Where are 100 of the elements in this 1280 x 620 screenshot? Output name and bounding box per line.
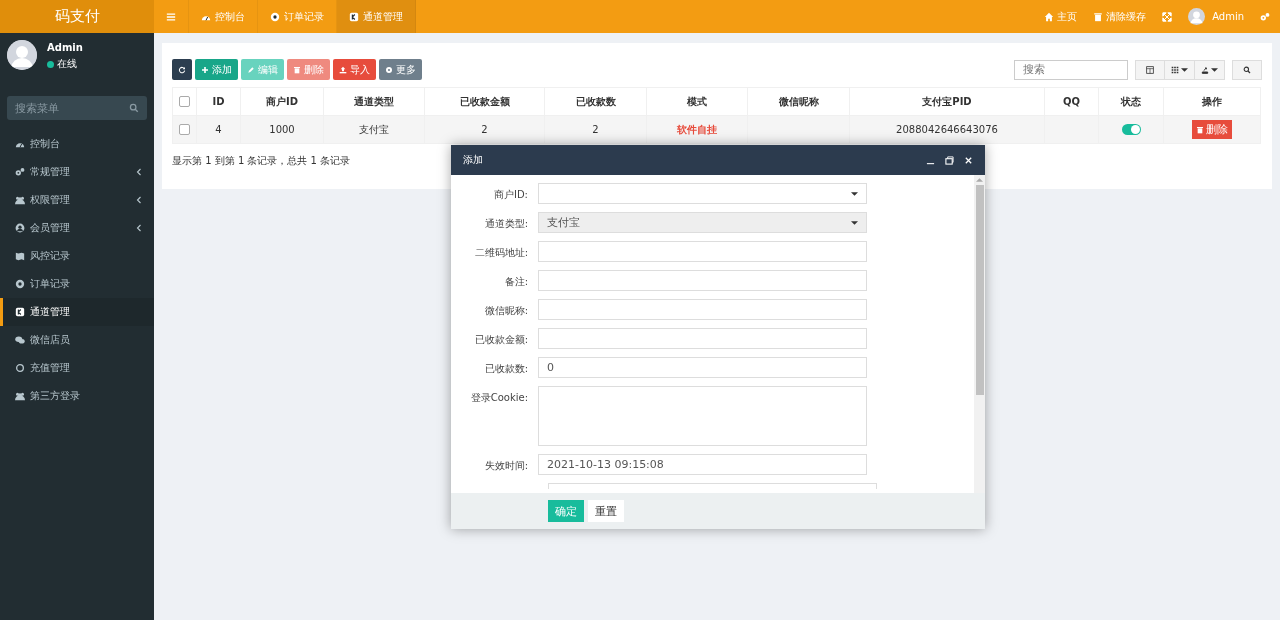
columns-button[interactable] [1165, 59, 1195, 80]
scroll-up-icon [976, 178, 983, 182]
trash-icon [293, 65, 301, 74]
field-label: 通道类型: [483, 217, 528, 231]
chevron-icon [136, 224, 142, 232]
avatar-icon [1188, 8, 1206, 25]
sidebar-item[interactable]: 常规管理 [0, 158, 154, 186]
sidebar-item[interactable]: 订单记录 [0, 270, 154, 298]
checkbox[interactable] [179, 96, 190, 108]
export-icon [1201, 65, 1209, 74]
text-field[interactable] [538, 270, 867, 291]
gears-icon [15, 167, 25, 177]
sidebar-item[interactable]: 第三方登录 [0, 382, 154, 410]
caret-icon [851, 220, 858, 225]
home-icon [1044, 11, 1055, 22]
field-label: 登录Cookie: [469, 391, 528, 405]
dialog-title: 添加 [463, 153, 484, 167]
search-icon [1243, 65, 1251, 74]
table-cell: 2 [592, 124, 599, 135]
disc-icon [270, 11, 280, 22]
column-header: 微信昵称 [747, 87, 850, 116]
user-icon [15, 223, 25, 233]
restore-icon[interactable] [945, 155, 954, 165]
menu-icon [166, 11, 176, 22]
table-cell: 2088042646643076 [896, 124, 998, 135]
fullscreen-icon[interactable] [1162, 11, 1173, 22]
search-field[interactable]: 搜索 [1014, 59, 1128, 80]
column-header: 支付宝PID [849, 87, 1045, 116]
more-button[interactable]: 更多 [379, 59, 422, 80]
table-cell: 2 [481, 124, 488, 135]
pagination-info: 显示第 1 到第 1 条记录，总共 1 条记录 [172, 154, 351, 168]
text-field[interactable] [538, 328, 867, 349]
caret-icon [1211, 67, 1218, 72]
text-area[interactable] [538, 386, 867, 446]
refresh-icon [178, 65, 186, 74]
avatar-icon [7, 40, 37, 70]
sidebar-item[interactable]: 会员管理 [0, 214, 154, 242]
field-label: 备注: [503, 275, 528, 289]
field-label: 二维码地址: [473, 246, 528, 260]
trash-icon [1196, 125, 1204, 134]
chat-icon [15, 335, 25, 345]
chevron-icon [136, 196, 142, 204]
upload-icon [339, 65, 347, 74]
table-cell: 支付宝 [359, 123, 389, 135]
caret-icon [1181, 67, 1188, 72]
circle-icon [15, 363, 25, 373]
user-status: 在线 [57, 57, 77, 71]
checkbox[interactable] [179, 124, 190, 136]
text-field[interactable] [548, 483, 877, 489]
pencil-icon [247, 65, 255, 74]
sidebar-item[interactable]: 控制台 [0, 130, 154, 158]
delete-button[interactable]: 删除 [1192, 120, 1232, 139]
users-icon [15, 195, 25, 205]
column-header: 操作 [1163, 87, 1261, 116]
column-header: 商户ID [240, 87, 324, 116]
import-button[interactable]: 导入 [333, 59, 376, 80]
sidebar-item[interactable]: 风控记录 [0, 242, 154, 270]
gear-icon [385, 65, 393, 74]
column-header: 状态 [1098, 87, 1164, 116]
text-field[interactable]: 0 [538, 357, 867, 378]
table-cell: 4 [215, 124, 222, 135]
column-header: ID [196, 87, 241, 116]
field-label: 微信昵称: [483, 304, 528, 318]
status-dot [47, 60, 54, 68]
search-icon [129, 103, 139, 113]
text-field[interactable] [538, 241, 867, 262]
sidebar-item[interactable]: 通道管理 [0, 298, 154, 326]
toggle-switch[interactable] [1121, 124, 1141, 136]
chevron-icon [136, 168, 142, 176]
text-field[interactable]: 2021-10-13 09:15:08 [538, 454, 867, 475]
reset-button[interactable]: 重置 [588, 500, 624, 522]
text-field[interactable] [538, 299, 867, 320]
trash-icon [1093, 11, 1104, 22]
grid-icon [1171, 65, 1179, 74]
column-header: QQ [1044, 87, 1099, 116]
sidebar-item[interactable]: 微信店员 [0, 326, 154, 354]
scrollbar[interactable] [974, 175, 985, 493]
settings-icon[interactable] [1260, 11, 1270, 22]
map-icon [15, 251, 25, 261]
field-label: 已收款数: [483, 362, 528, 376]
field-label: 已收款金额: [473, 333, 528, 347]
table-cell: 软件自挂 [677, 123, 717, 135]
search-field[interactable]: 搜索菜单 [7, 96, 147, 120]
column-header: 已收款金额 [424, 87, 545, 116]
refresh-button[interactable] [172, 59, 192, 80]
field-label: 失效时间: [483, 459, 528, 473]
column-header: 模式 [646, 87, 748, 116]
user-name: Admin [47, 42, 83, 53]
table-cell: 1000 [269, 124, 295, 135]
sidebar-item[interactable]: 权限管理 [0, 186, 154, 214]
field-label: 商户ID: [492, 188, 528, 202]
column-header: 通道类型 [323, 87, 425, 116]
close-icon[interactable] [964, 155, 973, 165]
toggle-view-button[interactable] [1135, 59, 1165, 80]
square-icon [15, 307, 25, 317]
export-button[interactable] [1195, 59, 1225, 80]
select-field[interactable] [538, 183, 867, 204]
sidebar-item[interactable]: 充值管理 [0, 354, 154, 382]
search-button[interactable] [1232, 59, 1262, 80]
plus-icon [201, 65, 209, 74]
